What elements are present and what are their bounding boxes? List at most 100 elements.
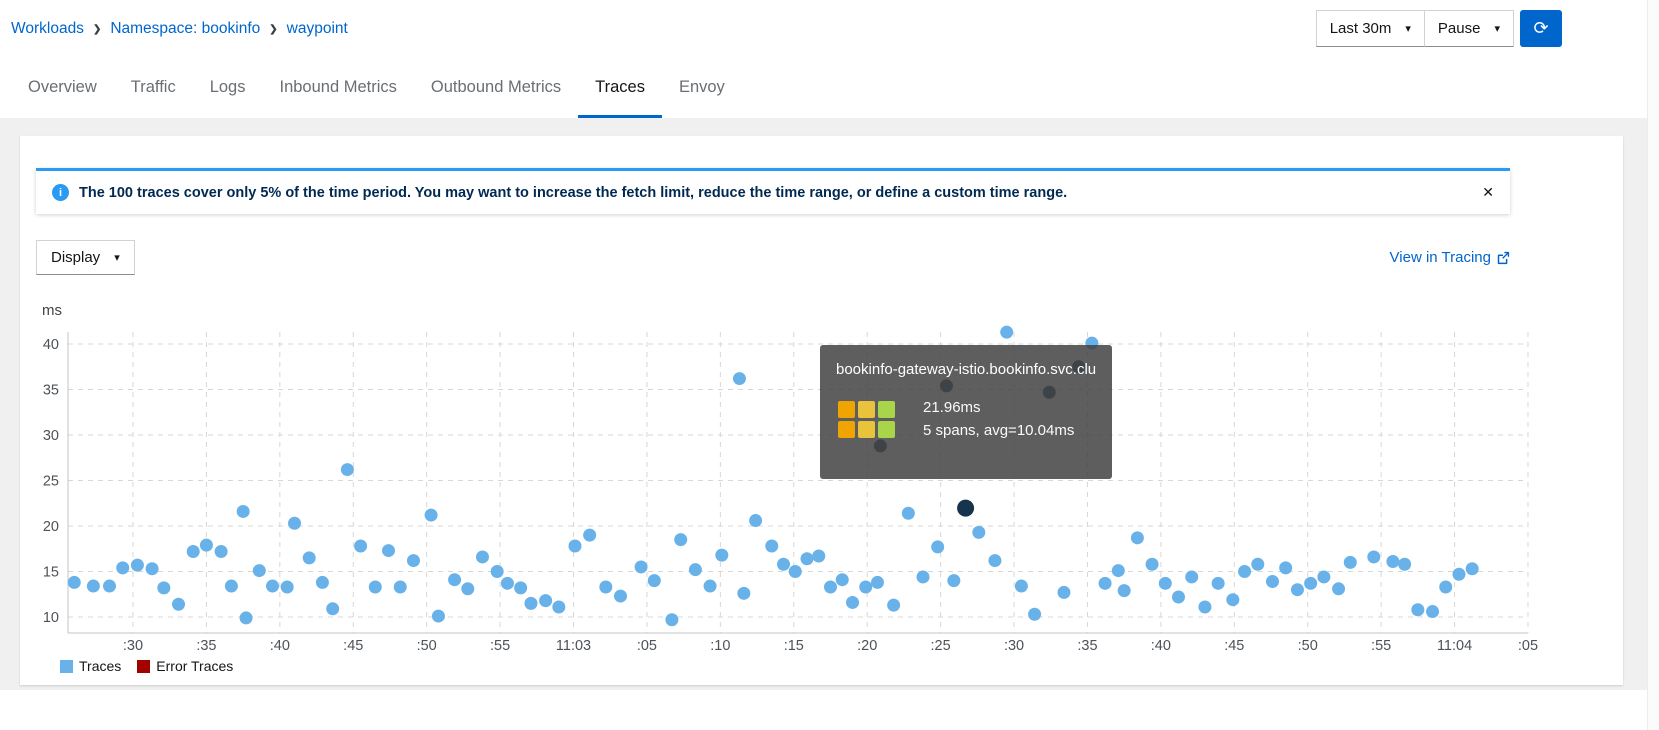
trace-point[interactable] (665, 613, 678, 626)
trace-point[interactable] (1279, 561, 1292, 574)
tab-envoy[interactable]: Envoy (662, 57, 742, 118)
breadcrumb-workloads[interactable]: Workloads (11, 20, 84, 38)
trace-point[interactable] (501, 577, 514, 590)
trace-point[interactable] (765, 540, 778, 553)
trace-point[interactable] (931, 540, 944, 553)
trace-point[interactable] (253, 564, 266, 577)
trace-point[interactable] (689, 563, 702, 576)
trace-point[interactable] (131, 559, 144, 572)
trace-point[interactable] (777, 558, 790, 571)
trace-point[interactable] (1057, 586, 1070, 599)
trace-point[interactable] (972, 526, 985, 539)
tab-overview[interactable]: Overview (11, 57, 114, 118)
trace-point[interactable] (1317, 570, 1330, 583)
trace-point[interactable] (1146, 558, 1159, 571)
duration-select[interactable]: Last 30m ▾ (1316, 10, 1425, 47)
trace-point[interactable] (1452, 568, 1465, 581)
refresh-button[interactable]: ⟳ (1520, 10, 1562, 47)
trace-point[interactable] (432, 610, 445, 623)
display-dropdown[interactable]: Display ▾ (36, 240, 135, 275)
trace-point[interactable] (187, 545, 200, 558)
trace-point[interactable] (539, 594, 552, 607)
view-in-tracing-link[interactable]: View in Tracing (1390, 249, 1510, 266)
trace-point[interactable] (394, 580, 407, 593)
trace-point[interactable] (824, 580, 837, 593)
trace-point[interactable] (316, 576, 329, 589)
trace-point[interactable] (1198, 600, 1211, 613)
trace-point[interactable] (1291, 583, 1304, 596)
trace-point[interactable] (1028, 608, 1041, 621)
trace-point[interactable] (836, 573, 849, 586)
trace-point[interactable] (461, 582, 474, 595)
trace-point[interactable] (382, 544, 395, 557)
trace-point[interactable] (1172, 590, 1185, 603)
trace-point[interactable] (215, 545, 228, 558)
trace-point[interactable] (1386, 555, 1399, 568)
trace-point[interactable] (599, 580, 612, 593)
trace-point[interactable] (448, 573, 461, 586)
trace-point[interactable] (1251, 558, 1264, 571)
trace-point[interactable] (341, 463, 354, 476)
trace-point[interactable] (916, 570, 929, 583)
trace-point[interactable] (1212, 577, 1225, 590)
tab-inbound-metrics[interactable]: Inbound Metrics (262, 57, 413, 118)
trace-point[interactable] (524, 597, 537, 610)
trace-point[interactable] (988, 554, 1001, 567)
trace-point[interactable] (237, 505, 250, 518)
trace-point[interactable] (369, 580, 382, 593)
trace-point[interactable] (1185, 570, 1198, 583)
trace-point[interactable] (737, 587, 750, 600)
trace-point[interactable] (568, 540, 581, 553)
trace-point[interactable] (116, 561, 129, 574)
trace-point[interactable] (1000, 326, 1013, 339)
trace-point[interactable] (476, 550, 489, 563)
scrollbar-track[interactable] (1647, 0, 1659, 730)
trace-point[interactable] (1099, 577, 1112, 590)
trace-point[interactable] (871, 576, 884, 589)
trace-point[interactable] (1112, 564, 1125, 577)
trace-point[interactable] (648, 574, 661, 587)
trace-point[interactable] (281, 580, 294, 593)
alert-close-button[interactable]: ✕ (1482, 184, 1494, 201)
breadcrumb-namespace[interactable]: Namespace: bookinfo (110, 20, 260, 38)
trace-point[interactable] (1344, 556, 1357, 569)
trace-point[interactable] (859, 580, 872, 593)
trace-point[interactable] (552, 600, 565, 613)
trace-point[interactable] (674, 533, 687, 546)
trace-point[interactable] (1439, 580, 1452, 593)
trace-point[interactable] (846, 596, 859, 609)
trace-point[interactable] (947, 574, 960, 587)
trace-point[interactable] (812, 550, 825, 563)
trace-point[interactable] (749, 514, 762, 527)
trace-point[interactable] (1015, 580, 1028, 593)
trace-point[interactable] (1266, 575, 1279, 588)
trace-point[interactable] (733, 372, 746, 385)
trace-point[interactable] (288, 517, 301, 530)
hovered-trace-point[interactable] (957, 500, 974, 517)
refresh-interval-select[interactable]: Pause ▾ (1424, 10, 1514, 47)
trace-point[interactable] (1159, 577, 1172, 590)
trace-point[interactable] (68, 576, 81, 589)
trace-point[interactable] (491, 565, 504, 578)
trace-point[interactable] (326, 602, 339, 615)
trace-point[interactable] (1367, 550, 1380, 563)
tab-logs[interactable]: Logs (193, 57, 263, 118)
trace-point[interactable] (225, 580, 238, 593)
trace-point[interactable] (635, 560, 648, 573)
trace-point[interactable] (1118, 584, 1131, 597)
trace-point[interactable] (407, 554, 420, 567)
trace-point[interactable] (240, 611, 253, 624)
trace-point[interactable] (1398, 558, 1411, 571)
trace-point[interactable] (583, 529, 596, 542)
trace-point[interactable] (902, 507, 915, 520)
tab-outbound-metrics[interactable]: Outbound Metrics (414, 57, 578, 118)
trace-point[interactable] (425, 509, 438, 522)
trace-point[interactable] (103, 580, 116, 593)
tab-traffic[interactable]: Traffic (114, 57, 193, 118)
trace-point[interactable] (1426, 605, 1439, 618)
trace-point[interactable] (303, 551, 316, 564)
trace-point[interactable] (157, 581, 170, 594)
trace-point[interactable] (704, 580, 717, 593)
trace-point[interactable] (266, 580, 279, 593)
trace-point[interactable] (800, 552, 813, 565)
